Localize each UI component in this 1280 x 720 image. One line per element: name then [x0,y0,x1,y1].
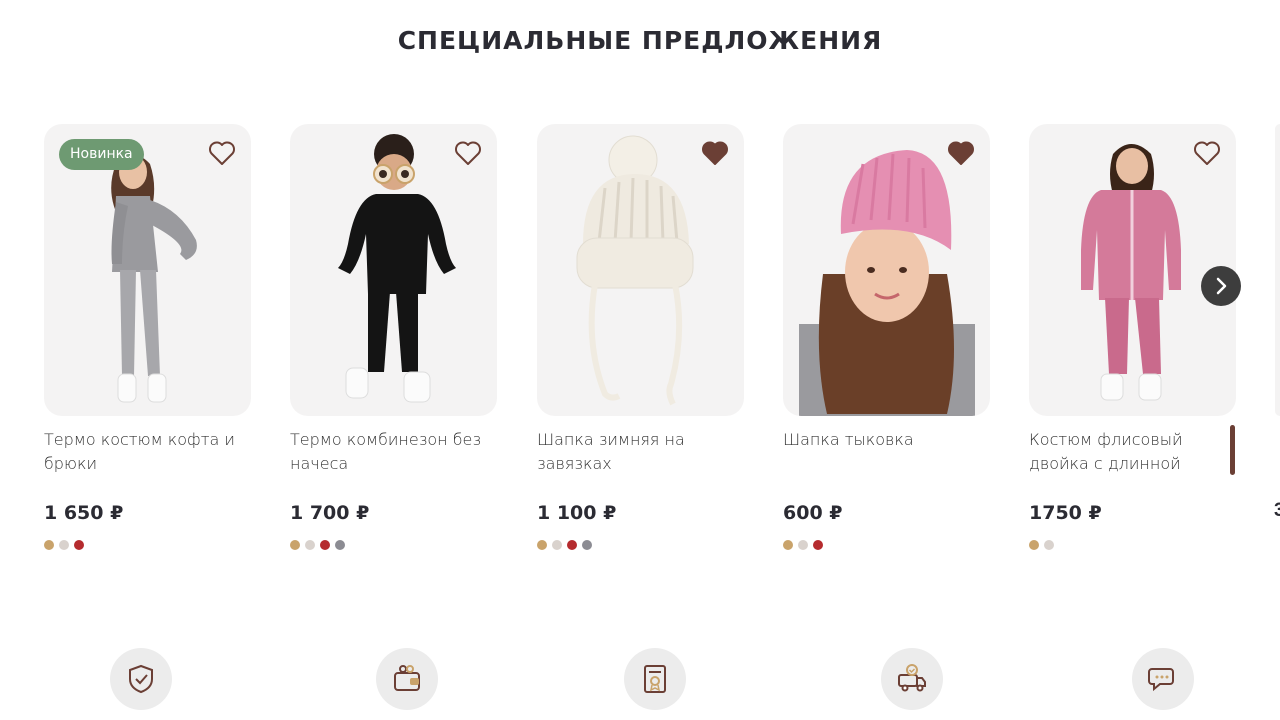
product-photo-white-winter-hat [576,135,694,406]
product-card[interactable]: Шапка тыковка 600 ₽ [783,124,990,550]
color-swatches [783,540,990,550]
feature-guarantee [110,648,172,710]
heart-outline-icon[interactable] [1193,140,1221,166]
color-swatch[interactable] [813,540,823,550]
color-swatch[interactable] [783,540,793,550]
certificate-icon [644,665,666,693]
next-product-card-partial[interactable] [1275,124,1280,416]
wallet-icon [394,665,420,691]
color-swatch[interactable] [567,540,577,550]
heart-outline-icon[interactable] [454,140,482,166]
product-card[interactable]: Новинка Термо костюм кофта и брюки 1 650… [44,124,251,550]
product-price: 600 ₽ [783,502,843,524]
color-swatches [44,540,251,550]
color-swatch[interactable] [798,540,808,550]
product-card[interactable]: Шапка зимняя на завязках 1 100 ₽ [537,124,744,550]
color-swatch[interactable] [305,540,315,550]
product-card[interactable]: Термо комбинезон без начеса 1 700 ₽ [290,124,497,550]
section-title: СПЕЦИАЛЬНЫЕ ПРЕДЛОЖЕНИЯ [397,26,883,55]
product-price: 1 700 ₽ [290,502,370,524]
product-image[interactable]: Новинка [44,124,251,416]
product-title[interactable]: Термо комбинезон без начеса [290,428,497,476]
color-swatches [1029,540,1236,550]
product-price: 1 650 ₽ [44,502,124,524]
delivery-truck-icon [898,664,926,692]
feature-payment [376,648,438,710]
color-swatch[interactable] [59,540,69,550]
carousel-next-button[interactable] [1201,266,1241,306]
product-photo-boy-black-overall [338,134,456,403]
heart-outline-icon[interactable] [208,140,236,166]
product-title[interactable]: Костюм флисовый двойка с длинной молнией [1029,428,1236,476]
product-image[interactable] [290,124,497,416]
color-swatch[interactable] [537,540,547,550]
new-badge: Новинка [59,139,144,170]
product-image[interactable] [783,124,990,416]
feature-certificate [624,648,686,710]
chat-bubbles-icon [1148,668,1174,692]
color-swatches [290,540,497,550]
title-scrollbar-thumb[interactable] [1230,425,1235,475]
feature-delivery [881,648,943,710]
heart-filled-icon[interactable] [701,140,729,166]
shield-check-icon [129,664,153,694]
chevron-right-icon [1216,277,1227,295]
color-swatch[interactable] [44,540,54,550]
color-swatch[interactable] [320,540,330,550]
color-swatch[interactable] [74,540,84,550]
product-title[interactable]: Шапка зимняя на завязках [537,428,744,476]
color-swatch[interactable] [335,540,345,550]
product-photo-girl-pink-hat [799,150,975,416]
color-swatches [537,540,744,550]
product-price: 1750 ₽ [1029,502,1102,524]
color-swatch[interactable] [1044,540,1054,550]
color-swatch[interactable] [552,540,562,550]
color-swatch[interactable] [1029,540,1039,550]
product-price: 1 100 ₽ [537,502,617,524]
product-image[interactable] [537,124,744,416]
next-product-price-partial: 3 [1274,500,1280,520]
color-swatch[interactable] [582,540,592,550]
product-title[interactable]: Шапка тыковка [783,428,990,476]
product-card[interactable]: Костюм флисовый двойка с длинной молнией… [1029,124,1236,550]
color-swatch[interactable] [290,540,300,550]
feature-support [1132,648,1194,710]
heart-filled-icon[interactable] [947,140,975,166]
product-title[interactable]: Термо костюм кофта и брюки [44,428,251,476]
